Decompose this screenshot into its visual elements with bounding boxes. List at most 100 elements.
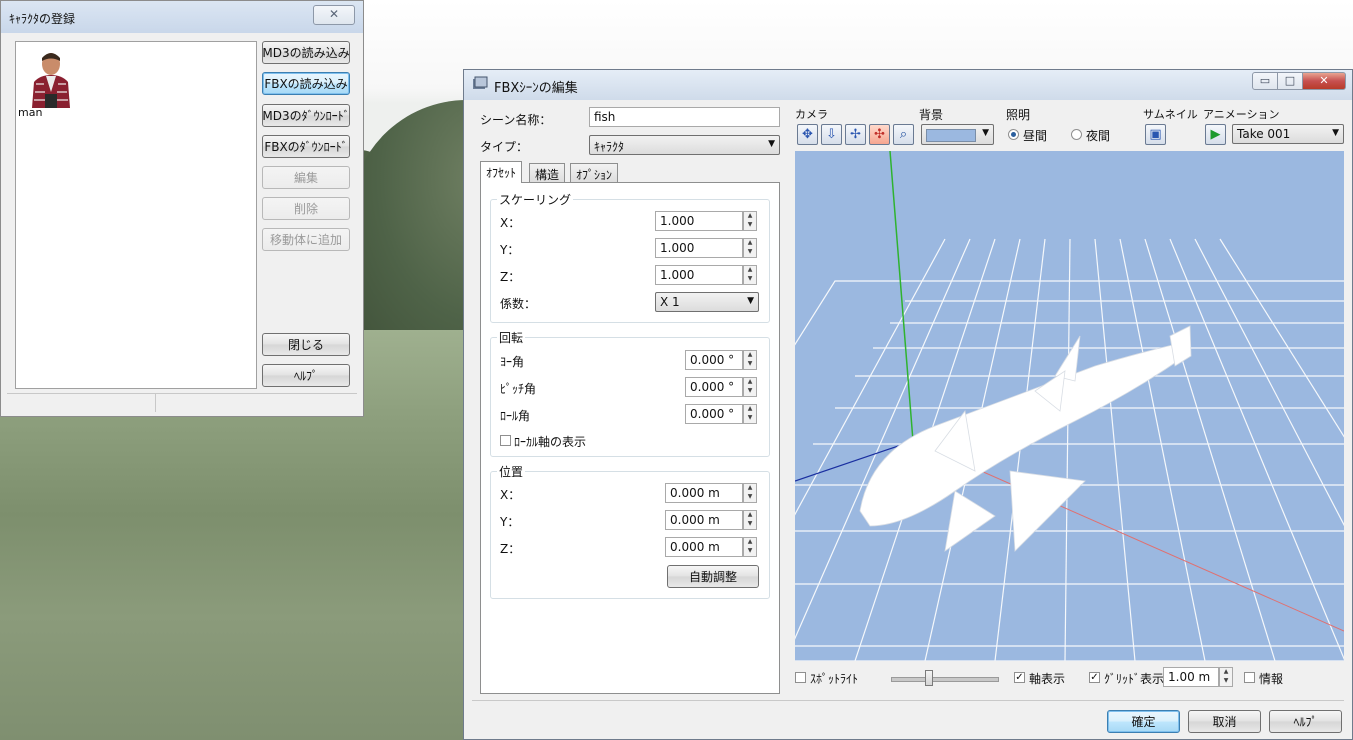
local-axis-label: ﾛｰｶﾙ軸の表示 [514, 435, 587, 449]
app-icon [473, 76, 488, 89]
rotation-group: 回転 ﾖｰ角 0.000 ° ▲ ▼ ﾋﾟｯﾁ角 0.000 ° ▲ ▼ ﾛｰﾙ角 … [490, 329, 770, 457]
camera-label: カメラ [795, 108, 828, 121]
maximize-icon[interactable]: □ [1277, 72, 1303, 90]
position-z-label: Z： [500, 542, 521, 556]
info-checkbox[interactable] [1244, 672, 1255, 683]
divider [472, 700, 1344, 701]
axis-display-checkbox[interactable]: ✓ [1014, 672, 1025, 683]
grid-display-checkbox[interactable]: ✓ [1089, 672, 1100, 683]
scale-factor-select[interactable]: X 1 ▼ [655, 292, 759, 312]
close-icon[interactable]: ✕ [1302, 72, 1346, 90]
position-x-field[interactable]: 0.000 m [665, 483, 743, 503]
position-x-stepper[interactable]: ▲ ▼ [743, 483, 757, 503]
info-label: 情報 [1259, 672, 1284, 686]
3d-viewport[interactable] [795, 151, 1344, 661]
tab-options[interactable]: ｵﾌﾟｼｮﾝ [570, 163, 619, 183]
yaw-field[interactable]: 0.000 ° [685, 350, 743, 370]
rotate-icon[interactable]: ✥ [797, 124, 818, 145]
daytime-radio[interactable] [1008, 129, 1019, 140]
md3-load-button[interactable]: MD3の読み込み [262, 41, 350, 64]
position-z-stepper[interactable]: ▲ ▼ [743, 537, 757, 557]
type-select[interactable]: ｷｬﾗｸﾀ ▼ [589, 135, 780, 155]
scale-x-stepper[interactable]: ▲ ▼ [743, 211, 757, 231]
edit-button[interactable]: 編集 [262, 166, 350, 189]
spotlight-label: ｽﾎﾟｯﾄﾗｲﾄ [810, 672, 859, 686]
scene-name-label: シーン名称： [480, 113, 552, 127]
window-title: FBXｼｰﾝの編集 [494, 81, 578, 96]
cancel-button[interactable]: 取消 [1188, 710, 1261, 733]
zoom-icon[interactable]: ⌕ [893, 124, 914, 145]
fbx-download-button[interactable]: FBXのﾀﾞｳﾝﾛｰﾄﾞ [262, 135, 350, 158]
grid-size-stepper[interactable]: ▲ ▼ [1219, 667, 1233, 687]
close-icon[interactable]: ✕ [313, 5, 355, 25]
local-axis-checkbox[interactable] [500, 435, 511, 446]
ok-button[interactable]: 確定 [1107, 710, 1180, 733]
spotlight-slider-track[interactable] [891, 677, 999, 682]
rotation-group-title: 回転 [497, 329, 526, 346]
character-thumbnail[interactable] [24, 48, 78, 108]
background-label: 背景 [919, 108, 944, 122]
chevron-down-icon: ▼ [1332, 128, 1339, 138]
close-button[interactable]: 閉じる [262, 333, 350, 356]
animation-label: アニメーション [1203, 108, 1280, 121]
tab-offset[interactable]: ｵﾌｾｯﾄ [480, 161, 523, 183]
scale-y-field[interactable]: 1.000 [655, 238, 743, 258]
character-list[interactable]: man [15, 41, 257, 389]
viewport-scene [795, 151, 1344, 661]
grid-size-field[interactable]: 1.00 m [1163, 667, 1219, 687]
add-to-moving-object-button[interactable]: 移動体に追加 [262, 228, 350, 251]
scale-factor-label: 係数： [500, 297, 537, 311]
scale-y-stepper[interactable]: ▲ ▼ [743, 238, 757, 258]
animation-select[interactable]: Take 001 ▼ [1232, 124, 1344, 144]
type-select-value: ｷｬﾗｸﾀ [594, 140, 625, 154]
position-y-stepper[interactable]: ▲ ▼ [743, 510, 757, 530]
night-radio[interactable] [1071, 129, 1082, 140]
down-arrow-icon[interactable]: ⇩ [821, 124, 842, 145]
window-titlebar[interactable]: FBXｼｰﾝの編集 ▭ □ ✕ [464, 70, 1352, 100]
fbx-load-button[interactable]: FBXの読み込み [262, 72, 350, 95]
roll-stepper[interactable]: ▲ ▼ [743, 404, 757, 424]
auto-adjust-button[interactable]: 自動調整 [667, 565, 759, 588]
chevron-down-icon: ▼ [982, 128, 989, 138]
pitch-stepper[interactable]: ▲ ▼ [743, 377, 757, 397]
spotlight-checkbox[interactable] [795, 672, 806, 683]
position-x-label: X： [500, 488, 521, 502]
position-y-label: Y： [500, 515, 520, 529]
character-name: man [18, 106, 43, 119]
play-icon[interactable]: ▶ [1205, 124, 1226, 145]
help-button[interactable]: ﾍﾙﾌﾟ [262, 364, 350, 387]
scaling-group: スケーリング X： 1.000 ▲ ▼ Y： 1.000 ▲ ▼ Z： 1.000 … [490, 191, 770, 323]
window-title: ｷｬﾗｸﾀの登録 [9, 12, 76, 26]
chevron-down-icon: ▼ [747, 296, 754, 306]
scene-name-field[interactable]: fish [589, 107, 780, 127]
image-icon[interactable]: ▣ [1145, 124, 1166, 145]
position-group-title: 位置 [497, 463, 526, 480]
type-label: タイプ： [480, 140, 529, 154]
lighting-label: 照明 [1006, 108, 1031, 122]
pan-icon[interactable]: ✢ [845, 124, 866, 145]
background-color-select[interactable]: ▼ [921, 124, 994, 145]
position-y-field[interactable]: 0.000 m [665, 510, 743, 530]
scale-z-field[interactable]: 1.000 [655, 265, 743, 285]
scale-x-field[interactable]: 1.000 [655, 211, 743, 231]
pitch-field[interactable]: 0.000 ° [685, 377, 743, 397]
character-registration-window: ｷｬﾗｸﾀの登録 ✕ man MD3の読み込み FBXの読み込み MD3のﾀﾞｳ… [0, 0, 364, 417]
orbit-icon[interactable]: ✣ [869, 124, 890, 145]
scale-y-label: Y： [500, 243, 520, 257]
minimize-icon[interactable]: ▭ [1252, 72, 1278, 90]
animation-select-value: Take 001 [1237, 127, 1291, 141]
tab-structure[interactable]: 構造 [529, 163, 566, 183]
delete-button[interactable]: 削除 [262, 197, 350, 220]
scale-factor-value: X 1 [660, 295, 680, 309]
daytime-label: 昼間 [1023, 129, 1048, 143]
spotlight-slider-thumb[interactable] [925, 670, 933, 686]
help-button[interactable]: ﾍﾙﾌﾟ [1269, 710, 1342, 733]
window-titlebar[interactable]: ｷｬﾗｸﾀの登録 ✕ [1, 1, 363, 33]
scale-z-stepper[interactable]: ▲ ▼ [743, 265, 757, 285]
yaw-stepper[interactable]: ▲ ▼ [743, 350, 757, 370]
roll-field[interactable]: 0.000 ° [685, 404, 743, 424]
pitch-label: ﾋﾟｯﾁ角 [500, 382, 537, 396]
thumbnail-label: サムネイル [1143, 108, 1198, 121]
position-z-field[interactable]: 0.000 m [665, 537, 743, 557]
md3-download-button[interactable]: MD3のﾀﾞｳﾝﾛｰﾄﾞ [262, 104, 350, 127]
